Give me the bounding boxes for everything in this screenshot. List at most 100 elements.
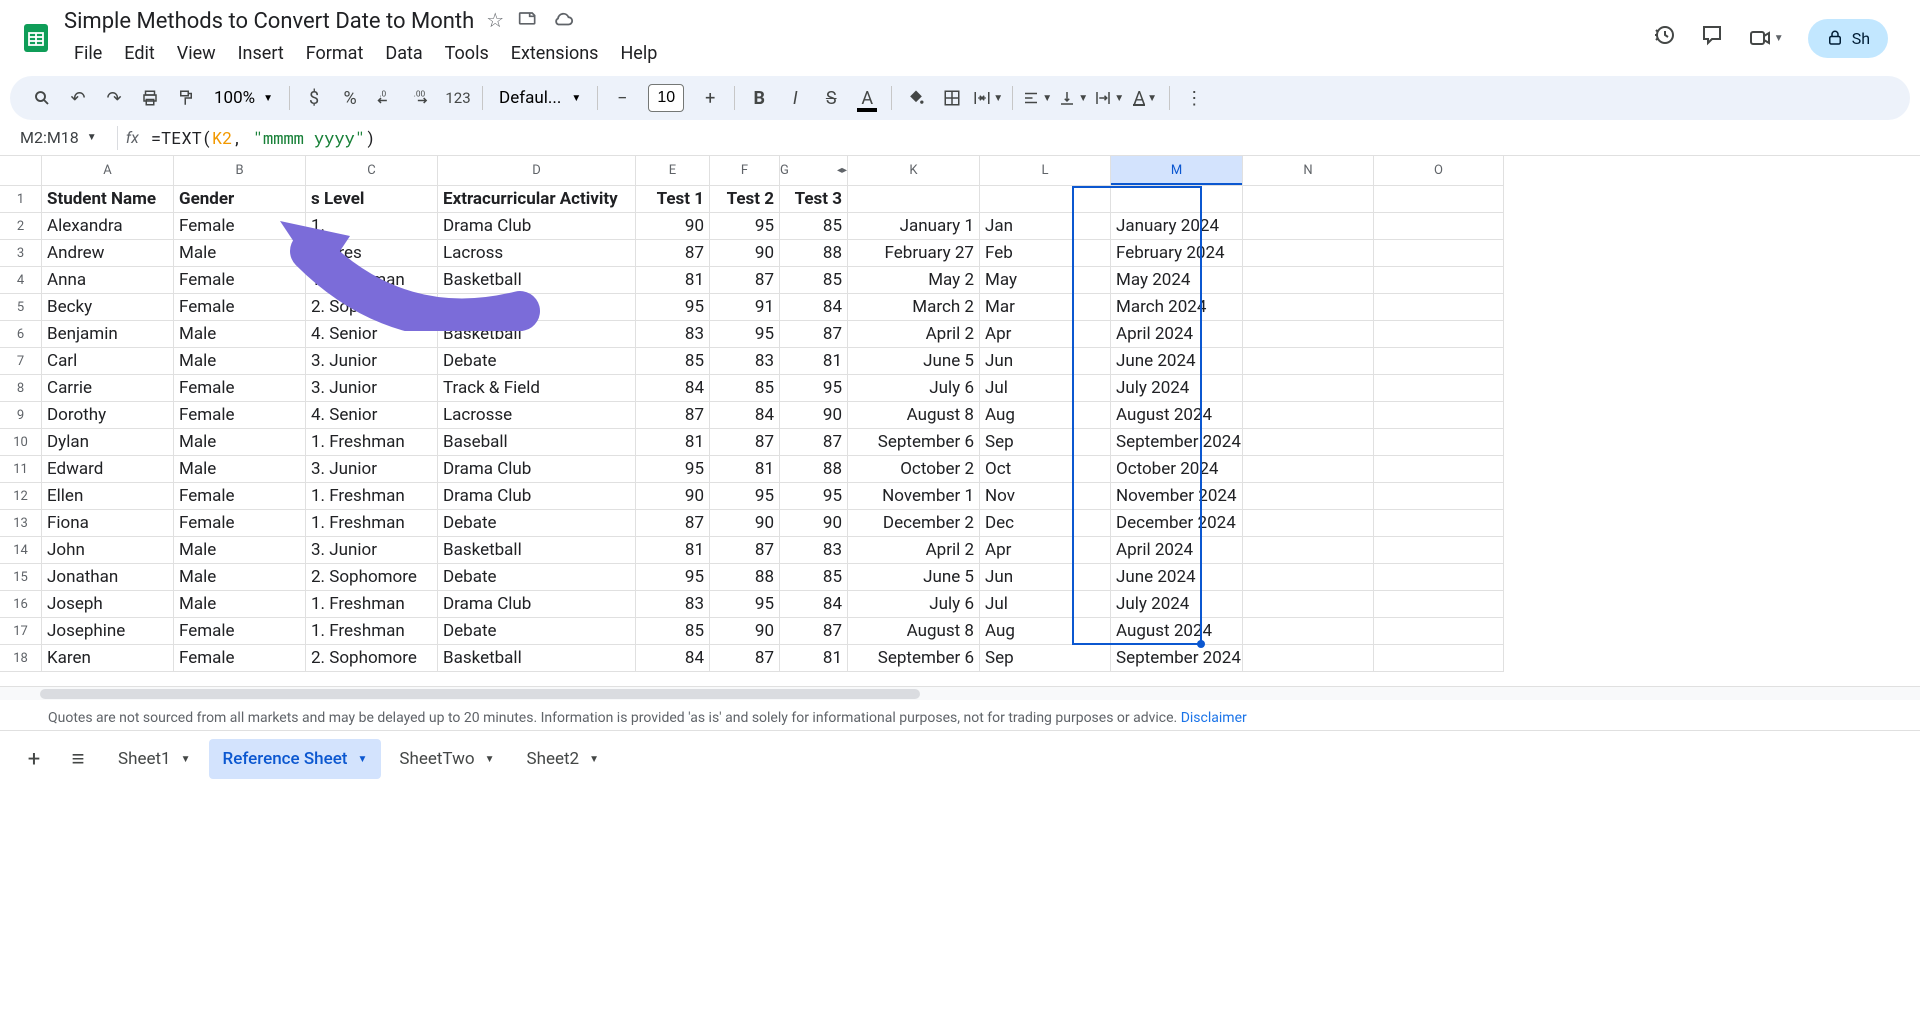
cell[interactable]	[1243, 564, 1374, 591]
cell[interactable]: August 8	[848, 618, 980, 645]
header-cell[interactable]	[1374, 186, 1504, 213]
more-formats-icon[interactable]: 123	[442, 82, 474, 114]
col-header-N[interactable]: N	[1243, 156, 1374, 186]
cell[interactable]: November 2024	[1111, 483, 1243, 510]
paint-format-icon[interactable]	[170, 82, 202, 114]
cell[interactable]	[1243, 429, 1374, 456]
cell[interactable]: Oct	[980, 456, 1111, 483]
cell[interactable]: Anna	[42, 267, 174, 294]
cell[interactable]: Basketball	[438, 321, 636, 348]
col-header-E[interactable]: E	[636, 156, 710, 186]
cell[interactable]	[1243, 375, 1374, 402]
cell[interactable]: Apr	[980, 321, 1111, 348]
cell[interactable]: February 27	[848, 240, 980, 267]
cell[interactable]	[1243, 510, 1374, 537]
menu-extensions[interactable]: Extensions	[501, 39, 609, 68]
cell[interactable]: Male	[174, 456, 306, 483]
col-header-F[interactable]: F	[710, 156, 780, 186]
cell[interactable]: Feb	[980, 240, 1111, 267]
cell[interactable]: 1. Freshman	[306, 483, 438, 510]
cell[interactable]: Fiona	[42, 510, 174, 537]
cell[interactable]: Drama Club	[438, 483, 636, 510]
fill-color-icon[interactable]	[900, 82, 932, 114]
cell[interactable]	[1374, 483, 1504, 510]
strikethrough-icon[interactable]: S	[815, 82, 847, 114]
zoom-select[interactable]: 100%▼	[206, 88, 281, 108]
header-cell[interactable]	[1243, 186, 1374, 213]
cell[interactable]: 2. Sophomore	[306, 294, 438, 321]
cell[interactable]: 95	[780, 375, 848, 402]
cell[interactable]	[1243, 267, 1374, 294]
cell[interactable]: Female	[174, 510, 306, 537]
cell[interactable]: Carl	[42, 348, 174, 375]
row-header-8[interactable]: 8	[0, 375, 42, 402]
cell[interactable]: 3. Junior	[306, 348, 438, 375]
cell[interactable]: 2. Sophomore	[306, 564, 438, 591]
cell[interactable]: Jonathan	[42, 564, 174, 591]
cell[interactable]: 95	[780, 483, 848, 510]
row-header-2[interactable]: 2	[0, 213, 42, 240]
col-header-D[interactable]: D	[438, 156, 636, 186]
menu-edit[interactable]: Edit	[114, 39, 164, 68]
comment-icon[interactable]	[1700, 23, 1724, 53]
formula-input[interactable]: =TEXT(K2, "mmmm yyyy")	[151, 126, 375, 149]
sheet-tab-sheet1[interactable]: Sheet1▼	[104, 739, 205, 779]
row-header-15[interactable]: 15	[0, 564, 42, 591]
row-header-1[interactable]: 1	[0, 186, 42, 213]
header-cell[interactable]	[1111, 186, 1243, 213]
cell[interactable]: May 2	[848, 267, 980, 294]
cell[interactable]: October 2024	[1111, 456, 1243, 483]
cell[interactable]: October 2	[848, 456, 980, 483]
cell[interactable]	[1374, 267, 1504, 294]
cell[interactable]: 81	[636, 537, 710, 564]
cell[interactable]: 95	[636, 456, 710, 483]
cell[interactable]: March 2	[848, 294, 980, 321]
text-color-icon[interactable]: A	[851, 82, 883, 114]
header-cell[interactable]: Test 3	[780, 186, 848, 213]
col-header-M[interactable]: M	[1111, 156, 1243, 186]
merge-icon[interactable]: ▼	[972, 82, 1004, 114]
cell[interactable]: August 2024	[1111, 402, 1243, 429]
cell[interactable]: June 5	[848, 348, 980, 375]
cell[interactable]: Male	[174, 564, 306, 591]
doc-title[interactable]: Simple Methods to Convert Date to Month	[64, 9, 474, 34]
cell[interactable]: 90	[710, 618, 780, 645]
cell[interactable]: 85	[780, 564, 848, 591]
row-header-12[interactable]: 12	[0, 483, 42, 510]
cell[interactable]: Female	[174, 375, 306, 402]
cell[interactable]: November 1	[848, 483, 980, 510]
cell[interactable]: Benjamin	[42, 321, 174, 348]
cell[interactable]: Male	[174, 240, 306, 267]
cell[interactable]: 81	[636, 267, 710, 294]
cell[interactable]: Andrew	[42, 240, 174, 267]
search-icon[interactable]	[26, 82, 58, 114]
cell[interactable]: 95	[710, 213, 780, 240]
cell[interactable]: Jan	[980, 213, 1111, 240]
cell[interactable]: 91	[710, 294, 780, 321]
cell[interactable]: 81	[636, 429, 710, 456]
cell[interactable]: 83	[636, 321, 710, 348]
history-icon[interactable]	[1652, 23, 1676, 53]
cell[interactable]: Male	[174, 537, 306, 564]
cell[interactable]	[1374, 537, 1504, 564]
sheet-tab-reference-sheet[interactable]: Reference Sheet▼	[209, 739, 382, 779]
cell[interactable]: Aug	[980, 618, 1111, 645]
cell[interactable]: December 2	[848, 510, 980, 537]
cell[interactable]: Apr	[980, 537, 1111, 564]
cell[interactable]	[1374, 564, 1504, 591]
header-cell[interactable]	[848, 186, 980, 213]
italic-icon[interactable]: I	[779, 82, 811, 114]
cell[interactable]: September 6	[848, 429, 980, 456]
cell[interactable]: Carrie	[42, 375, 174, 402]
header-cell[interactable]: Test 2	[710, 186, 780, 213]
cell[interactable]: 95	[636, 294, 710, 321]
cell[interactable]: Male	[174, 348, 306, 375]
cell[interactable]: July 2024	[1111, 375, 1243, 402]
cell[interactable]: Ellen	[42, 483, 174, 510]
cell[interactable]: 87	[780, 321, 848, 348]
move-icon[interactable]	[518, 8, 538, 35]
cell[interactable]: Jul	[980, 591, 1111, 618]
cell[interactable]: 88	[780, 456, 848, 483]
header-cell[interactable]: Extracurricular Activity	[438, 186, 636, 213]
cell[interactable]: 95	[636, 564, 710, 591]
